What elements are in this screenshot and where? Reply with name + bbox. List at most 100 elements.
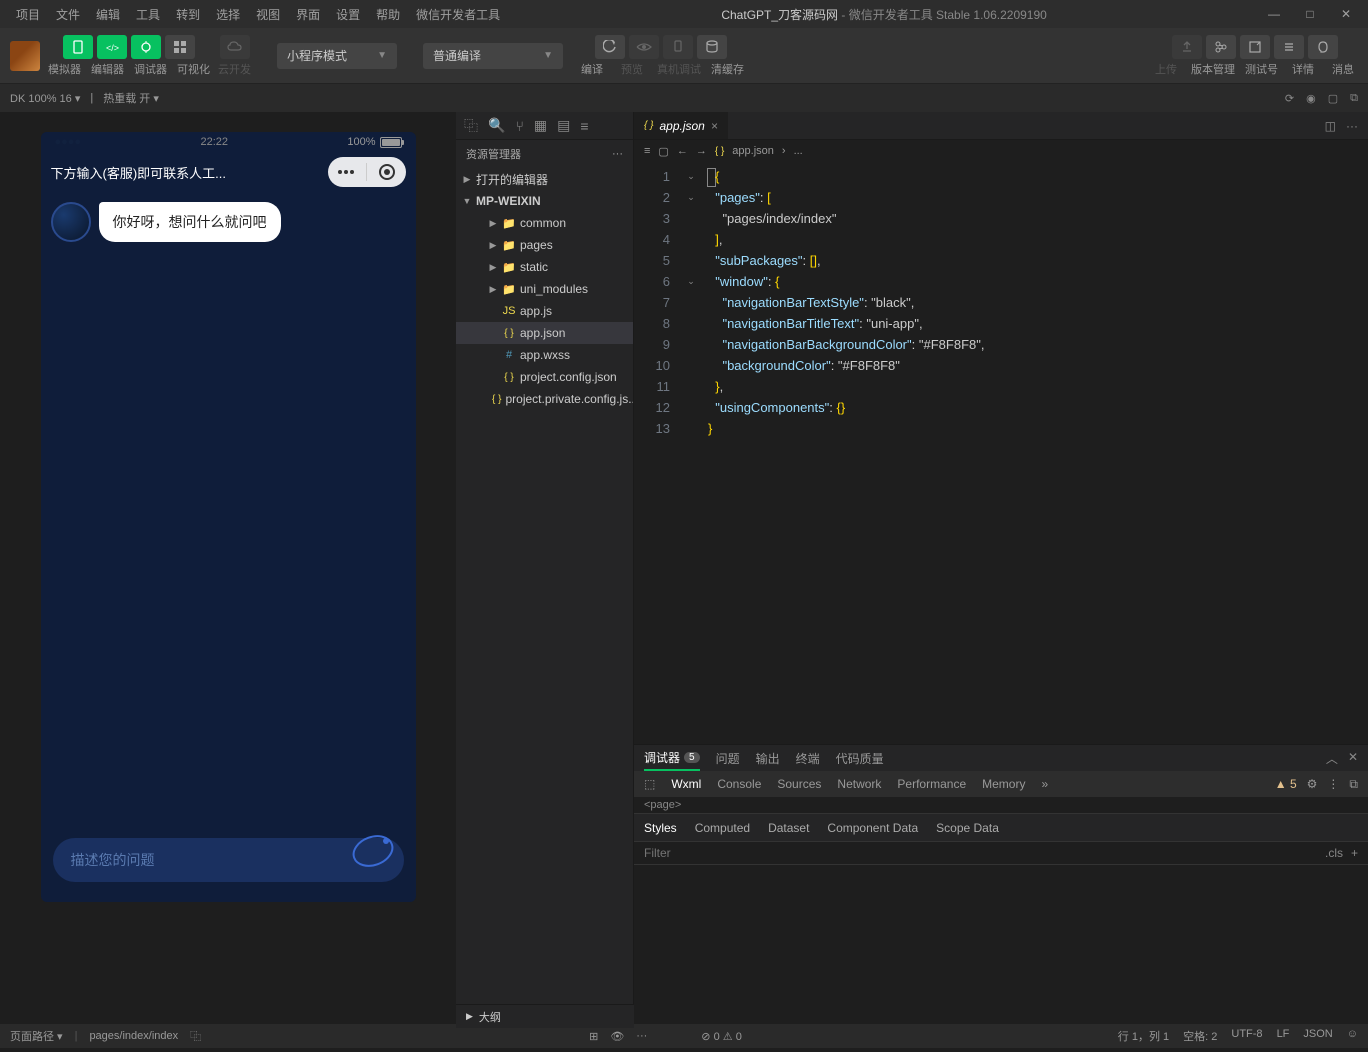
code-editor[interactable]: 12345678910111213 ⌄⌄⌄ { "pages": [ "page… xyxy=(634,162,1368,744)
devtools-performance[interactable]: Performance xyxy=(897,777,966,791)
breadcrumb-file[interactable]: app.json xyxy=(732,145,774,157)
upload-button[interactable] xyxy=(1172,35,1202,59)
menu-file[interactable]: 文件 xyxy=(48,2,88,27)
menu-tools[interactable]: 工具 xyxy=(128,2,168,27)
compile-select[interactable]: 普通编译▼ xyxy=(423,43,563,69)
devtools-console[interactable]: Console xyxy=(717,777,761,791)
extensions-icon[interactable]: ▦ xyxy=(534,117,547,134)
indent-info[interactable]: 空格: 2 xyxy=(1183,1028,1217,1044)
refresh-icon[interactable]: ⟳ xyxy=(1285,92,1294,105)
breadcrumb-more[interactable]: ... xyxy=(794,145,803,157)
menu-help[interactable]: 帮助 xyxy=(368,2,408,27)
tree-item-common[interactable]: ▶📁common xyxy=(456,212,633,234)
details-button[interactable] xyxy=(1274,35,1304,59)
devtools-settings-icon[interactable]: ⚙ xyxy=(1307,777,1318,791)
dom-tree-root[interactable]: <page> xyxy=(634,797,1368,813)
record-icon[interactable]: ◉ xyxy=(1306,92,1316,105)
new-style-icon[interactable]: + xyxy=(1351,846,1358,860)
devtools-more-tabs-icon[interactable]: » xyxy=(1041,777,1048,791)
status-errors[interactable]: ⊘ 0 ⚠ 0 xyxy=(701,1030,742,1043)
styles-filter-input[interactable] xyxy=(644,846,1325,860)
menu-wechat-devtools[interactable]: 微信开发者工具 xyxy=(408,2,508,27)
copy-path-icon[interactable]: ⿻ xyxy=(190,1028,201,1044)
tab-close-icon[interactable]: × xyxy=(711,119,718,133)
menu-select[interactable]: 选择 xyxy=(208,2,248,27)
status-more-icon[interactable]: ··· xyxy=(636,1030,647,1042)
close-button[interactable]: ✕ xyxy=(1332,2,1360,26)
capsule-button[interactable] xyxy=(328,157,406,187)
bc-menu-icon[interactable]: ≡ xyxy=(644,145,650,157)
outline-section[interactable]: ▶大纲 xyxy=(456,1004,634,1028)
minimize-button[interactable]: — xyxy=(1260,2,1288,26)
test-account-button[interactable] xyxy=(1240,35,1270,59)
remote-debug-button[interactable] xyxy=(663,35,693,59)
visual-toggle[interactable] xyxy=(165,35,195,59)
devtools-tab-debugger[interactable]: 调试器5 xyxy=(644,745,700,771)
devtools-close-icon[interactable]: ✕ xyxy=(1348,750,1358,767)
mode-select[interactable]: 小程序模式▼ xyxy=(277,43,397,69)
maximize-button[interactable]: □ xyxy=(1296,2,1324,26)
popout-icon[interactable]: ⧉ xyxy=(1350,92,1358,105)
split-editor-icon[interactable]: ◫ xyxy=(1325,119,1336,133)
styles-tab-styles[interactable]: Styles xyxy=(644,821,677,835)
db-icon[interactable]: ▤ xyxy=(557,117,570,134)
simulator-toggle[interactable] xyxy=(63,35,93,59)
compile-button[interactable] xyxy=(595,35,625,59)
menu-goto[interactable]: 转到 xyxy=(168,2,208,27)
cloud-dev-button[interactable] xyxy=(220,35,250,59)
bc-forward-icon[interactable]: → xyxy=(696,145,707,157)
tree-item-pages[interactable]: ▶📁pages xyxy=(456,234,633,256)
cursor-position[interactable]: 行 1，列 1 xyxy=(1118,1028,1169,1044)
editor-toggle[interactable]: </> xyxy=(97,35,127,59)
tab-app-json[interactable]: { } app.json × xyxy=(634,112,729,139)
styles-tab-computed[interactable]: Computed xyxy=(695,821,750,835)
capsule-menu-icon[interactable] xyxy=(338,170,354,174)
debugger-toggle[interactable] xyxy=(131,35,161,59)
devtools-network[interactable]: Network xyxy=(837,777,881,791)
devtools-tab-quality[interactable]: 代码质量 xyxy=(836,750,884,767)
menu-project[interactable]: 项目 xyxy=(8,2,48,27)
warning-badge[interactable]: ▲ 5 xyxy=(1275,777,1297,791)
inspect-icon[interactable]: ⬚ xyxy=(644,777,655,791)
capsule-close-icon[interactable] xyxy=(379,164,395,180)
explorer-more-icon[interactable]: ··· xyxy=(612,148,623,160)
devtools-memory[interactable]: Memory xyxy=(982,777,1025,791)
tree-item-app-js[interactable]: JSapp.js xyxy=(456,300,633,322)
tree-item-project-config-json[interactable]: project.config.json xyxy=(456,366,633,388)
tree-item-app-json[interactable]: app.json xyxy=(456,322,633,344)
status-dashboard-icon[interactable]: ⊞ xyxy=(589,1030,598,1043)
devtools-sources[interactable]: Sources xyxy=(777,777,821,791)
devtools-tab-terminal[interactable]: 终端 xyxy=(796,750,820,767)
bc-back-icon[interactable]: ← xyxy=(677,145,688,157)
menu-settings[interactable]: 设置 xyxy=(328,2,368,27)
styles-tab-component[interactable]: Component Data xyxy=(827,821,918,835)
devtools-wxml[interactable]: Wxml xyxy=(671,777,701,791)
terminal-icon[interactable]: ≡ xyxy=(580,118,588,134)
devtools-kebab-icon[interactable]: ⋮ xyxy=(1327,777,1339,791)
language-info[interactable]: JSON xyxy=(1303,1028,1332,1044)
encoding-info[interactable]: UTF-8 xyxy=(1231,1028,1262,1044)
page-path-value[interactable]: pages/index/index xyxy=(89,1030,178,1042)
user-avatar[interactable] xyxy=(10,41,40,71)
send-orb-icon[interactable] xyxy=(348,826,398,876)
hot-reload-toggle[interactable]: 热重载 开 ▾ xyxy=(103,90,159,106)
cls-toggle[interactable]: .cls xyxy=(1325,846,1343,860)
devtools-tab-output[interactable]: 输出 xyxy=(756,750,780,767)
tree-item-static[interactable]: ▶📁static xyxy=(456,256,633,278)
menu-view[interactable]: 视图 xyxy=(248,2,288,27)
device-icon[interactable]: ▢ xyxy=(1328,92,1338,105)
tree-item-project-private-config-js---[interactable]: project.private.config.js... xyxy=(456,388,633,410)
styles-tab-dataset[interactable]: Dataset xyxy=(768,821,809,835)
device-select[interactable]: DK 100% 16 ▾ xyxy=(10,92,80,105)
tree-item-app-wxss[interactable]: #app.wxss xyxy=(456,344,633,366)
clear-cache-button[interactable] xyxy=(697,35,727,59)
explorer-icon[interactable]: ⿻ xyxy=(464,116,478,136)
devtools-collapse-icon[interactable]: ︿ xyxy=(1326,750,1338,767)
bc-bookmark-icon[interactable]: ▢ xyxy=(658,145,668,158)
version-button[interactable] xyxy=(1206,35,1236,59)
messages-button[interactable] xyxy=(1308,35,1338,59)
page-path-label[interactable]: 页面路径 ▾ xyxy=(10,1028,63,1044)
git-icon[interactable]: ⑂ xyxy=(515,118,523,134)
feedback-icon[interactable]: ☺ xyxy=(1347,1028,1358,1044)
menu-edit[interactable]: 编辑 xyxy=(88,2,128,27)
